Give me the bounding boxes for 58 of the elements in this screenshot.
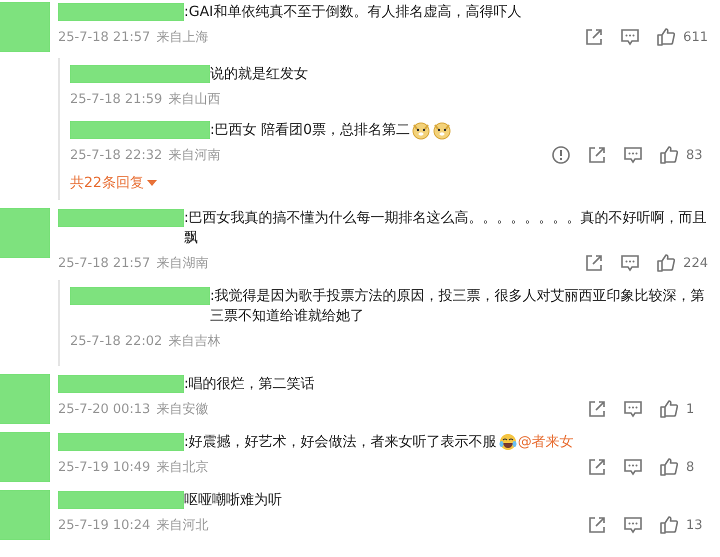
redacted-avatar [0, 2, 50, 52]
location-text: 来自河北 [156, 517, 208, 534]
thumbs-up-icon[interactable] [658, 398, 680, 420]
timestamp: 25-7-19 10:49 [58, 460, 150, 474]
like-count: 224 [683, 256, 708, 270]
timestamp: 25-7-18 21:57 [58, 30, 150, 44]
comment-text: 说的就是红发女 [210, 65, 308, 84]
caret-icon [146, 179, 157, 187]
thumbs-up-icon[interactable] [658, 144, 680, 166]
comment-icon[interactable] [622, 398, 644, 420]
dog-face-icon [432, 120, 452, 140]
location-text: 来自山西 [168, 91, 220, 108]
comment-text: :巴西女我真的搞不懂为什么每一期排名这么高。。。。。。。。真的不好听啊，而且飘 [184, 209, 708, 248]
thumbs-up-icon[interactable] [658, 514, 680, 536]
timestamp: 25-7-19 10:24 [58, 518, 150, 532]
timestamp: 25-7-18 22:02 [70, 334, 162, 348]
comment-text: :好震撼，好艺术，好会做法，者来女听了表示不服 [184, 433, 497, 452]
share-icon[interactable] [586, 456, 608, 478]
timestamp: 25-7-20 00:13 [58, 402, 150, 416]
location-text: 来自北京 [156, 459, 208, 476]
location-text: 来自安徽 [156, 401, 208, 418]
location-text: 来自湖南 [156, 255, 208, 272]
comment-text: :我觉得是因为歌手投票方法的原因，投三票，很多人对艾丽西亚印象比较深，第三票不知道给谁就给她了 [210, 287, 706, 326]
comment-icon[interactable] [619, 252, 642, 274]
comment-text: 呕哑嘲哳难为听 [184, 491, 282, 510]
like-count: 8 [686, 460, 696, 474]
like-count: 13 [686, 518, 704, 532]
location-text: 来自河南 [168, 147, 220, 164]
redacted-avatar [0, 432, 50, 482]
comment-icon[interactable] [622, 144, 644, 166]
redacted-avatar [0, 490, 50, 540]
comment-text: :GAI和单依纯真不至于倒数。有人排名虚高，高得吓人 [184, 3, 522, 22]
mention-link[interactable]: @者来女 [518, 432, 574, 452]
location-text: 来自上海 [156, 29, 208, 46]
timestamp: 25-7-18 22:32 [70, 148, 162, 162]
timestamp: 25-7-18 21:59 [70, 92, 162, 106]
laughing-face-icon [498, 432, 518, 452]
share-icon[interactable] [586, 514, 608, 536]
timestamp: 25-7-18 21:57 [58, 256, 150, 270]
more-replies-link[interactable]: 共22条回复 [70, 174, 157, 192]
redacted-avatar [0, 208, 50, 258]
thumbs-up-icon[interactable] [655, 252, 678, 274]
comment-icon[interactable] [622, 456, 644, 478]
dog-face-icon [411, 120, 432, 140]
comment-icon[interactable] [622, 514, 644, 536]
share-icon[interactable] [586, 398, 608, 420]
location-text: 来自吉林 [168, 333, 220, 350]
comment-text: :巴西女 陪看团0票，总排名第二 [210, 121, 410, 140]
like-count: 1 [686, 402, 696, 416]
comment-text: :唱的很烂，第二笑话 [184, 375, 315, 394]
redacted-avatar [0, 374, 50, 424]
thumbs-up-icon[interactable] [655, 26, 678, 48]
warning-icon[interactable] [550, 144, 572, 166]
share-icon[interactable] [586, 144, 608, 166]
comment-icon[interactable] [619, 26, 642, 48]
thumbs-up-icon[interactable] [658, 456, 680, 478]
like-count: 611 [683, 30, 708, 44]
like-count: 83 [686, 148, 704, 162]
